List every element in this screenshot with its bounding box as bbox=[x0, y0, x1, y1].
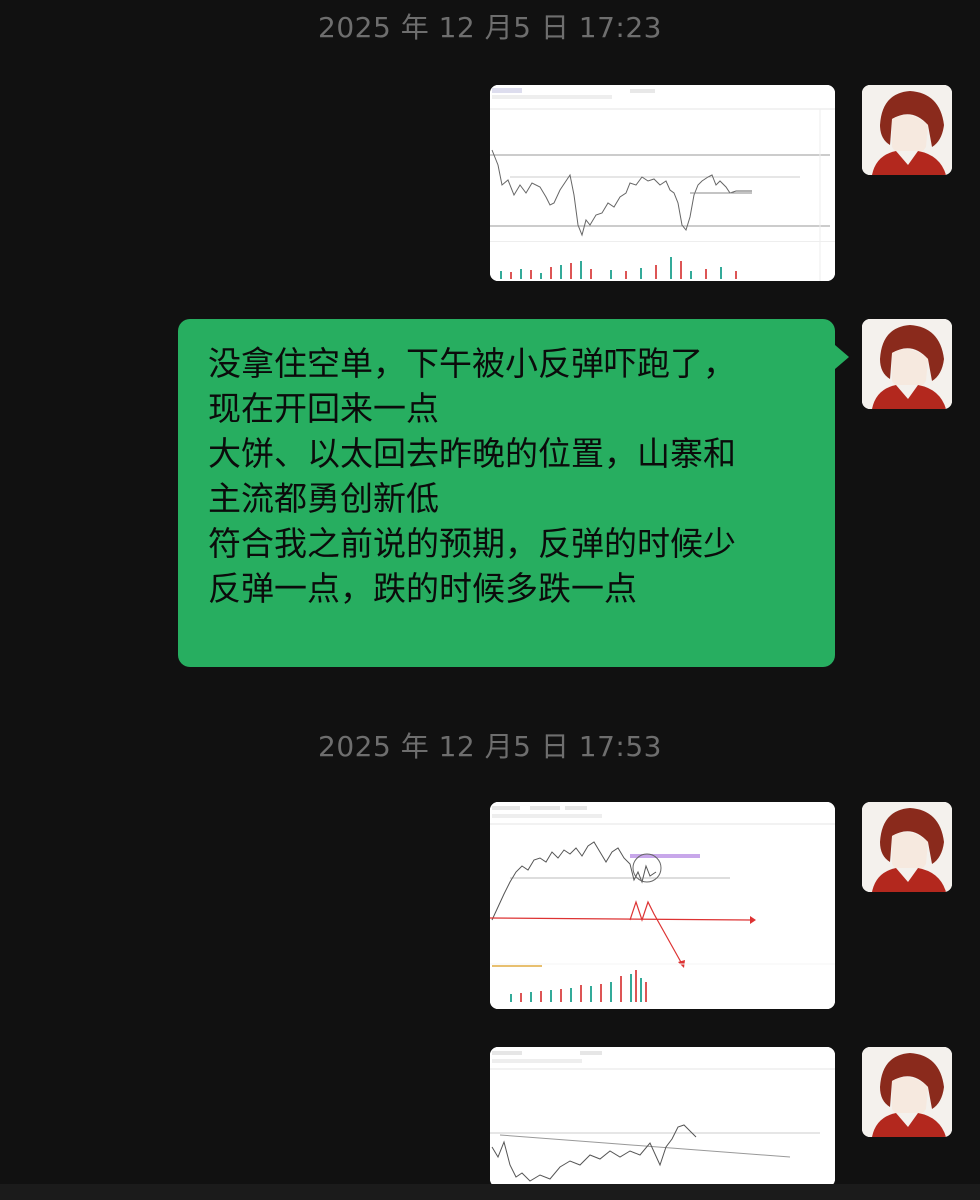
avatar-image bbox=[862, 1047, 952, 1137]
avatar-image bbox=[862, 802, 952, 892]
avatar[interactable] bbox=[862, 85, 952, 175]
message-line: 符合我之前说的预期，反弹的时候少 bbox=[208, 524, 736, 563]
chart-screenshot-image bbox=[490, 802, 835, 1009]
message-line: 没拿住空单，下午被小反弹吓跑了， bbox=[208, 344, 736, 383]
timestamp: 2025 年 12 月5 日 17:23 bbox=[318, 11, 662, 44]
chart-screenshot-image bbox=[490, 1047, 835, 1187]
message-line: 主流都勇创新低 bbox=[208, 479, 439, 518]
avatar[interactable] bbox=[862, 319, 952, 409]
bottom-input-bar bbox=[0, 1184, 980, 1200]
image-message[interactable] bbox=[490, 802, 835, 1009]
avatar[interactable] bbox=[862, 802, 952, 892]
text-message-bubble[interactable]: 没拿住空单，下午被小反弹吓跑了， 现在开回来一点 大饼、以太回去昨晚的位置，山寨… bbox=[178, 319, 835, 667]
image-message[interactable] bbox=[490, 85, 835, 281]
message-line: 反弹一点，跌的时候多跌一点 bbox=[208, 569, 637, 608]
bubble-tail bbox=[835, 345, 849, 369]
avatar-image bbox=[862, 319, 952, 409]
avatar[interactable] bbox=[862, 1047, 952, 1137]
chart-screenshot-image bbox=[490, 85, 835, 281]
avatar-image bbox=[862, 85, 952, 175]
message-line: 现在开回来一点 bbox=[208, 389, 439, 428]
image-message[interactable] bbox=[490, 1047, 835, 1187]
timestamp: 2025 年 12 月5 日 17:53 bbox=[318, 730, 662, 763]
message-line: 大饼、以太回去昨晚的位置，山寨和 bbox=[208, 434, 736, 473]
